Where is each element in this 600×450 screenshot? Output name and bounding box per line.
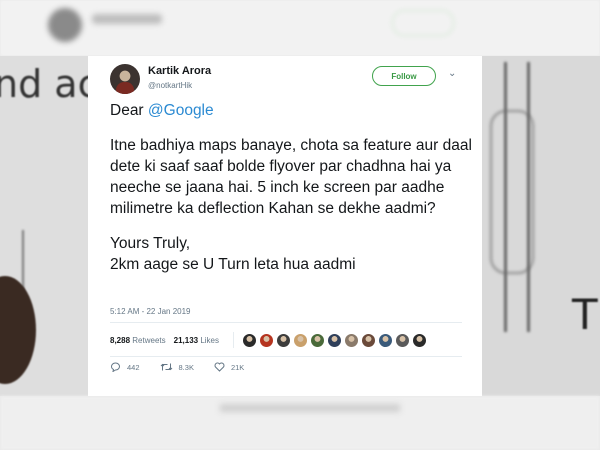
background-footer-text xyxy=(220,404,400,412)
greeting-prefix: Dear xyxy=(110,102,148,119)
tweet-signoff-line1: Yours Truly, xyxy=(110,235,191,252)
retweets-stat[interactable]: 8,288 Retweets xyxy=(110,336,166,345)
background-right-text: T xyxy=(572,290,598,339)
tweet-timestamp[interactable]: 5:12 AM - 22 Jan 2019 xyxy=(110,307,191,316)
tweet-actions: 442 8.3K 21K xyxy=(110,362,264,372)
like-count: 21K xyxy=(230,362,245,372)
liker-avatar[interactable] xyxy=(327,332,343,348)
likes-count: 21,133 xyxy=(173,335,199,345)
heart-icon xyxy=(214,362,225,372)
tweet-greeting: Dear @Google xyxy=(110,100,472,121)
liker-avatar[interactable] xyxy=(259,332,275,348)
follow-button[interactable]: Follow xyxy=(372,66,436,86)
tweet-stats: 8,288 Retweets 21,133 Likes xyxy=(110,328,429,352)
tweet-text: Dear @Google Itne badhiya maps banaye, c… xyxy=(110,100,472,275)
tweet-signoff-line2: 2km aage se U Turn leta hua aadmi xyxy=(110,256,356,273)
liker-avatar[interactable] xyxy=(361,332,377,348)
chevron-down-icon[interactable]: ⌄ xyxy=(448,68,456,79)
reply-icon xyxy=(110,362,120,372)
likes-label: Likes xyxy=(200,335,220,345)
retweet-icon xyxy=(160,363,172,371)
tweet-card: Kartik Arora @notkartHik Follow ⌄ Dear @… xyxy=(88,56,482,396)
reply-button[interactable]: 442 xyxy=(110,362,140,372)
background-header xyxy=(0,0,600,56)
background-left-text: nd ac xyxy=(0,62,99,106)
background-right-post xyxy=(504,62,530,332)
author-avatar[interactable] xyxy=(110,64,140,94)
liker-avatar[interactable] xyxy=(242,332,258,348)
liker-avatar[interactable] xyxy=(344,332,360,348)
stats-separator xyxy=(233,332,235,348)
like-button[interactable]: 21K xyxy=(214,362,244,372)
mention-link[interactable]: @Google xyxy=(148,102,214,119)
retweets-label: Retweets xyxy=(132,335,166,345)
liker-avatar[interactable] xyxy=(395,332,411,348)
divider xyxy=(110,322,462,323)
background-follow-button xyxy=(392,10,454,36)
retweet-button[interactable]: 8.3K xyxy=(160,362,194,372)
likes-stat[interactable]: 21,133 Likes xyxy=(174,336,219,345)
liker-avatar[interactable] xyxy=(310,332,326,348)
liker-avatar[interactable] xyxy=(276,332,292,348)
tweet-body: Itne badhiya maps banaye, chota sa featu… xyxy=(110,137,472,217)
author-name[interactable]: Kartik Arora xyxy=(148,65,211,77)
background-avatar xyxy=(48,8,82,42)
retweets-count: 8,288 xyxy=(110,335,131,345)
liker-avatar[interactable] xyxy=(293,332,309,348)
liker-avatars xyxy=(242,332,429,348)
background-name xyxy=(92,14,162,24)
retweet-count: 8.3K xyxy=(178,362,194,372)
divider xyxy=(110,356,462,357)
liker-avatar[interactable] xyxy=(378,332,394,348)
reply-count: 442 xyxy=(127,362,140,372)
liker-avatar[interactable] xyxy=(412,332,428,348)
author-handle[interactable]: @notkartHik xyxy=(148,81,192,90)
